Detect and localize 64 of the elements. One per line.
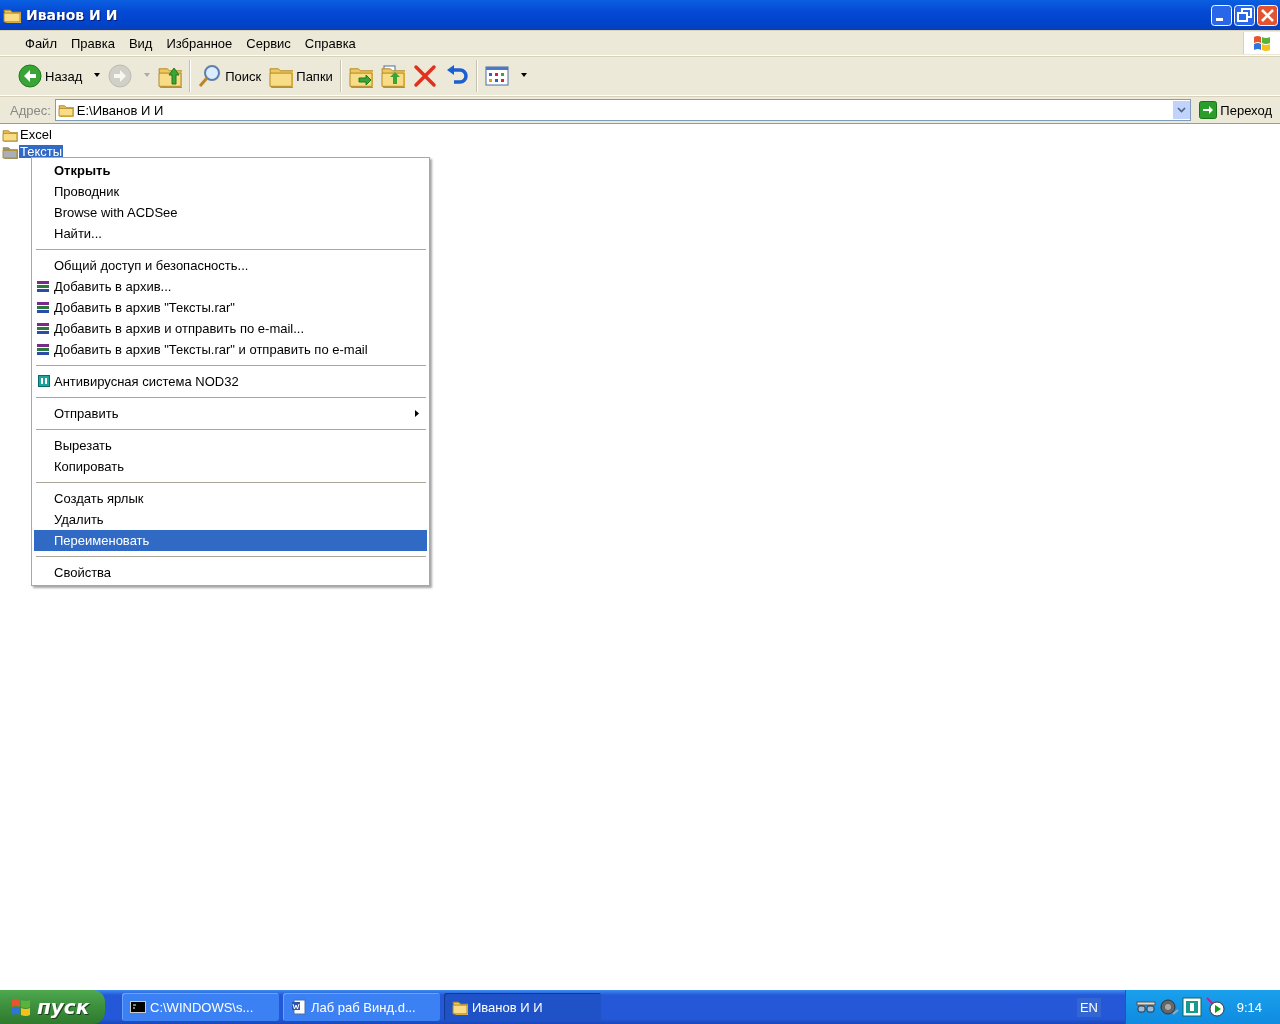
play-icon[interactable] [1205, 997, 1225, 1017]
menu-item[interactable]: Сервис [239, 35, 298, 51]
context-menu-item[interactable]: Добавить в архив... [34, 276, 427, 297]
folder-icon [2, 127, 18, 142]
context-menu-item[interactable]: Удалить [34, 509, 427, 530]
search-button[interactable]: Поиск [194, 60, 266, 92]
books-stack-icon [36, 301, 50, 314]
windows-logo-icon [10, 997, 32, 1017]
chevron-right-icon [415, 410, 419, 417]
minimize-button[interactable] [1211, 4, 1232, 26]
address-field[interactable]: E:\Иванов И И [54, 99, 1192, 121]
menu-item[interactable]: Вид [121, 35, 160, 51]
context-menu-item[interactable]: Browse with ACDSee [34, 202, 427, 223]
context-menu-item[interactable]: Найти... [34, 223, 427, 244]
speaker-icon[interactable] [1159, 998, 1179, 1016]
menu-item[interactable]: Файл [18, 35, 64, 51]
clock: 9:14 [1236, 999, 1262, 1015]
context-menu-item[interactable]: Добавить в архив и отправить по e-mail... [34, 318, 427, 339]
back-button[interactable]: Назад [14, 60, 87, 92]
context-menu-item[interactable]: Отправить [34, 403, 427, 424]
context-menu-item[interactable]: Добавить в архив "Тексты.rar" и отправить по e-mail [34, 339, 427, 360]
close-icon [412, 64, 437, 88]
menu-item[interactable]: Избранное [159, 35, 240, 51]
folder-icon [3, 7, 21, 23]
folder-icon [452, 999, 468, 1015]
arrow-right-icon [1199, 101, 1218, 119]
close-button[interactable] [1257, 4, 1278, 26]
context-menu-item[interactable]: Проводник [34, 181, 427, 202]
language-indicator[interactable]: EN [1076, 997, 1101, 1017]
context-menu-item[interactable]: Общий доступ и безопасность... [34, 255, 427, 276]
dropdown-button[interactable] [1172, 101, 1191, 119]
context-menu-item[interactable]: Антивирусная система NOD32 [34, 371, 427, 392]
folder-icon [57, 103, 74, 117]
windows-logo-icon [1252, 34, 1272, 52]
console-icon [130, 999, 146, 1015]
folder-icon [2, 144, 18, 159]
document-folder-icon [380, 64, 405, 88]
context-menu-item[interactable]: Добавить в архив "Тексты.rar" [34, 297, 427, 318]
glasses-icon[interactable] [1136, 999, 1156, 1015]
taskbar-button[interactable]: Лаб раб Винд.d... [283, 993, 440, 1021]
folders-button[interactable]: Папки [265, 60, 337, 92]
books-stack-icon [36, 343, 50, 356]
window-title: Иванов И И [26, 7, 119, 23]
books-stack-icon [36, 322, 50, 335]
context-menu-item[interactable]: Открыть [34, 160, 427, 181]
taskbar-button[interactable]: C:\WINDOWS\s... [122, 993, 279, 1021]
start-button[interactable]: пуск [0, 990, 105, 1024]
grid-icon [484, 64, 509, 88]
restore-button[interactable] [1234, 4, 1255, 26]
search-icon [198, 64, 223, 88]
menu-item[interactable]: Правка [63, 35, 122, 51]
books-stack-icon [36, 280, 50, 293]
context-menu-item[interactable]: Переименовать [34, 530, 427, 551]
file-name[interactable]: Excel [19, 128, 53, 141]
chevron-down-icon [1177, 107, 1187, 113]
context-menu-item[interactable]: Вырезать [34, 435, 427, 456]
address-label: Адрес: [10, 102, 51, 118]
document-icon [291, 999, 307, 1015]
taskbar-button[interactable]: Иванов И И [444, 993, 601, 1021]
go-button[interactable]: Переход [1195, 98, 1280, 122]
context-menu-item[interactable]: Свойства [34, 562, 427, 583]
context-menu-item[interactable]: Создать ярлык [34, 488, 427, 509]
context-menu-item[interactable]: Копировать [34, 456, 427, 477]
menu-item[interactable]: Справка [297, 35, 363, 51]
